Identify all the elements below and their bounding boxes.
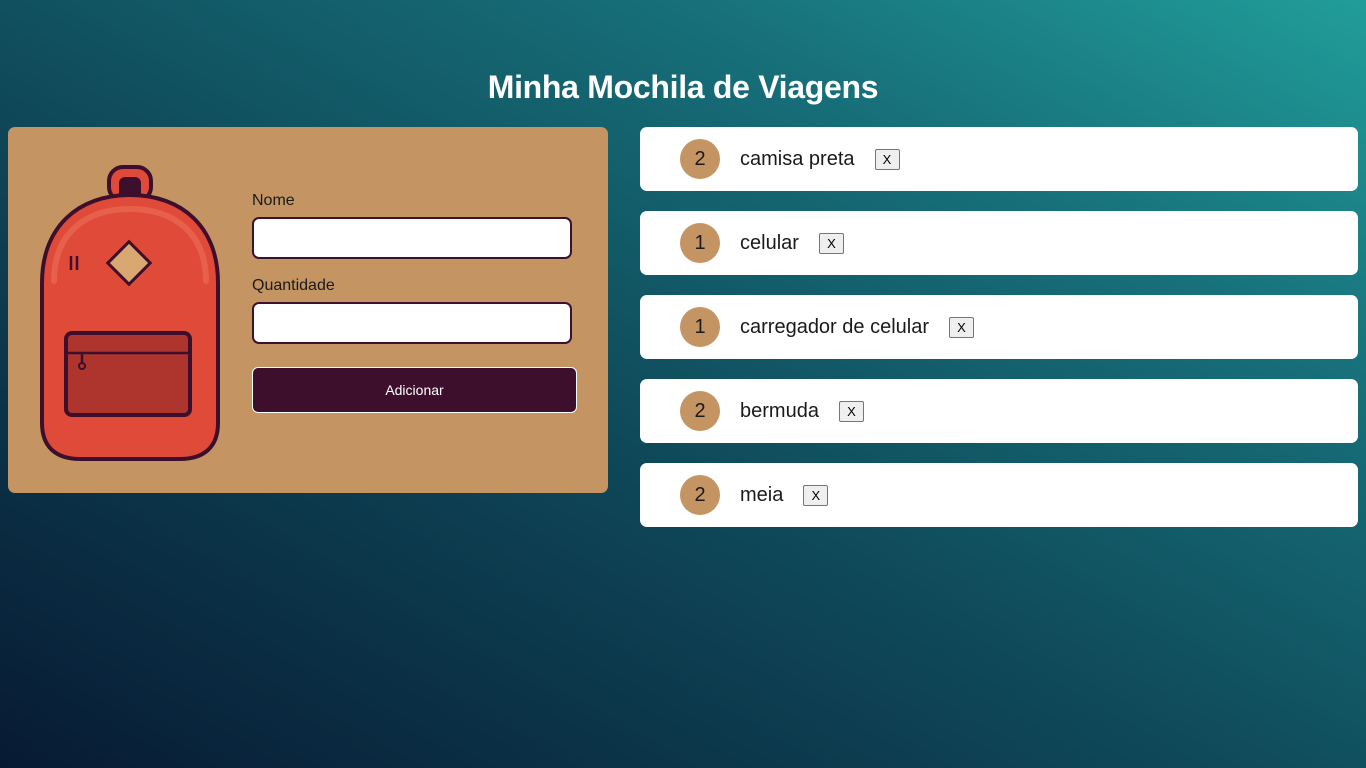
add-button[interactable]: Adicionar: [252, 367, 577, 413]
delete-item-button[interactable]: X: [818, 232, 844, 254]
name-input[interactable]: [252, 217, 572, 259]
delete-item-button[interactable]: X: [838, 400, 864, 422]
page-title: Minha Mochila de Viagens: [487, 69, 879, 105]
backpack-icon: [40, 165, 220, 461]
item-name: celular: [740, 231, 799, 254]
item-list: 2 camisa preta X 1 celular X 1 carregado…: [640, 127, 1358, 547]
quantity-badge: 1: [680, 307, 720, 347]
quantity-badge: 2: [680, 475, 720, 515]
delete-item-button[interactable]: X: [949, 316, 974, 338]
quantity-badge: 1: [680, 223, 720, 263]
delete-item-button[interactable]: X: [874, 148, 900, 170]
list-item: 2 bermuda X: [640, 379, 1358, 443]
item-name: camisa preta: [740, 147, 855, 170]
delete-item-button[interactable]: X: [803, 484, 829, 506]
quantity-input[interactable]: [252, 302, 572, 344]
item-name: meia: [740, 483, 784, 506]
quantity-label: Quantidade: [252, 277, 335, 294]
add-item-form: Nome Quantidade Adicionar: [8, 127, 608, 493]
list-item: 1 celular X: [640, 211, 1358, 275]
list-item: 1 carregador de celular X: [640, 295, 1358, 359]
name-label: Nome: [252, 192, 295, 209]
item-name: carregador de celular: [740, 315, 929, 338]
quantity-badge: 2: [680, 139, 720, 179]
item-name: bermuda: [740, 399, 819, 422]
quantity-badge: 2: [680, 391, 720, 431]
list-item: 2 camisa preta X: [640, 127, 1358, 191]
list-item: 2 meia X: [640, 463, 1358, 527]
